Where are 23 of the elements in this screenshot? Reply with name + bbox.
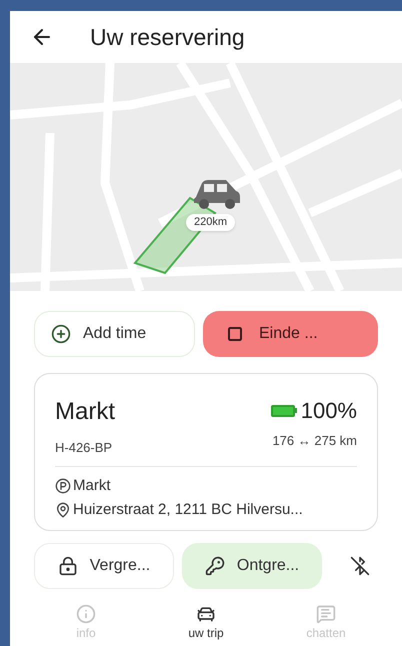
plus-circle-icon <box>51 324 71 344</box>
end-button[interactable]: Einde ... <box>203 311 378 357</box>
add-time-button[interactable]: Add time <box>34 311 195 357</box>
square-icon <box>227 326 243 342</box>
vehicle-name: Markt <box>55 397 115 427</box>
lock-button[interactable]: Vergre... <box>34 542 174 588</box>
key-icon <box>204 556 225 576</box>
chat-icon <box>316 604 336 624</box>
battery-percentage: 100% <box>300 397 357 425</box>
page-title: Uw reservering <box>90 22 245 52</box>
range-text: 176 ↔ 275 km <box>272 432 357 450</box>
location-pin-icon <box>55 502 71 518</box>
range-label: 220km <box>186 214 236 230</box>
nav-tab[interactable]: uw trip <box>161 604 251 642</box>
info-icon <box>76 604 96 624</box>
unlock-button[interactable]: Ontgre... <box>182 542 322 588</box>
license-plate: H-426-BP <box>55 439 114 457</box>
parking-icon <box>55 478 71 494</box>
padlock-icon <box>58 556 78 576</box>
address-text: Huizerstraat 2, 1211 BC Hilversu... <box>73 500 303 520</box>
battery-icon <box>270 404 297 416</box>
car-marker-icon <box>192 177 242 211</box>
parking-location: Markt <box>73 476 110 496</box>
